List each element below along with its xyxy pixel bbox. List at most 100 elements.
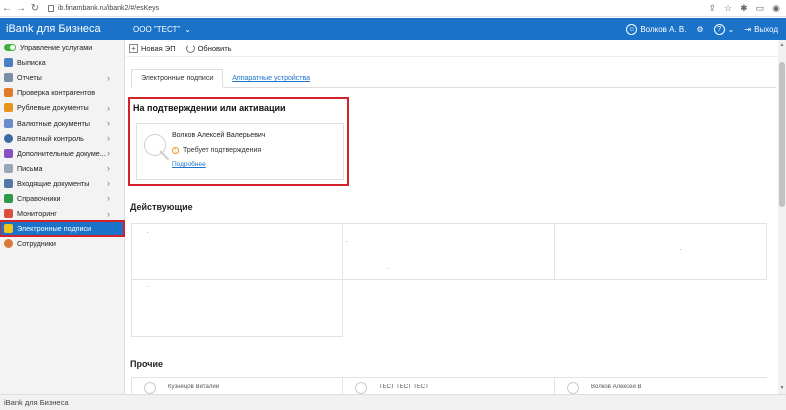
main-scrollbar[interactable]: ▲ ▼ [778,40,786,394]
chevron-right-icon: › [107,208,110,219]
pending-title: На подтверждении или активации [133,103,286,113]
details-link[interactable]: Подробнее [172,161,206,168]
key-icon [355,382,367,394]
sidebar-item-additional-docs[interactable]: Дополнительные докуме... › [0,146,124,161]
sidebar-item-signatures[interactable]: Электронные подписи [0,220,125,238]
sidebar-item-currency-docs[interactable]: Валютные документы › [0,115,124,130]
signature-status: ! Требует подтверждения [172,147,261,154]
sidebar-item-ruble-docs[interactable]: Рублевые документы › [0,100,124,115]
signature-card[interactable]: Волков Алексей Валерьевич ! Требует подт… [136,123,344,180]
placeholder-dot [680,249,681,250]
org-name: ООО "ТЕСТ" [133,24,181,34]
user-icon: ☺ [626,23,638,35]
brand-title[interactable]: iBank для Бизнеса [0,23,123,35]
address-bar[interactable]: ib.finambank.ru/ibank2/#/esKeys [48,4,160,12]
sidebar-item-label: Справочники [17,193,61,203]
scroll-down-icon[interactable]: ▼ [779,385,785,391]
tab-hardware[interactable]: Аппаратные устройства [223,69,319,88]
user-name: Волков А. В. [640,24,687,34]
new-signature-button[interactable]: + Новая ЭП [129,43,176,53]
sidepanel-icon[interactable]: ▭ [756,3,765,14]
sidebar-item-label: Выписка [17,58,46,68]
org-selector[interactable]: ООО "ТЕСТ" ⌄ [128,21,196,37]
chevron-right-icon: › [107,148,110,159]
mail-icon [4,163,13,173]
sidebar-item-label: Рублевые документы [17,103,89,113]
book-icon [4,193,13,203]
tab-signatures[interactable]: Электронные подписи [131,69,224,88]
chevron-right-icon: › [107,193,110,204]
share-icon[interactable]: ⇪ [708,3,716,14]
refresh-button[interactable]: Обновить [185,43,232,53]
app-header: iBank для Бизнеса ООО "ТЕСТ" ⌄ ☺ Волков … [0,18,786,40]
signature-owner: ТЕСТ ТЕСТ ТЕСТ [379,384,429,390]
toggle-icon [4,44,16,52]
star-icon[interactable]: ☆ [724,3,732,14]
sidebar-item-counterparties[interactable]: Проверка контрагентов [0,85,124,100]
check-icon [4,88,13,98]
chevron-down-icon: ⌄ [184,24,191,34]
signature-card[interactable] [342,223,555,280]
toolbar: + Новая ЭП Обновить [126,40,786,57]
key-icon [144,382,156,394]
signature-card[interactable]: ТЕСТ ТЕСТ ТЕСТ [342,378,555,395]
main-content: + Новая ЭП Обновить Электронные подписи … [126,40,786,395]
tab-bar: Электронные подписи Аппаратные устройств… [131,69,776,88]
key-icon [4,224,13,234]
signature-card[interactable] [131,279,343,337]
sidebar-item-label: Отчеты [17,73,42,83]
chevron-right-icon: › [107,118,110,129]
sidebar-item-label: Проверка контрагентов [17,88,96,98]
placeholder-dot [147,286,148,287]
sidebar-item-label: Дополнительные докуме... [17,148,106,158]
key-icon [567,382,579,394]
user-menu[interactable]: ☺ Волков А. В. [626,23,687,35]
forward-icon[interactable]: → [14,1,28,15]
sidebar-item-reports[interactable]: Отчеты › [0,70,124,85]
signature-card[interactable]: Кузнецов Виталий [131,378,343,395]
footer: iBank для Бизнеса [0,394,786,410]
monitor-icon [4,209,13,219]
sidebar-item-label: Электронные подписи [17,224,92,234]
other-signatures-row: Кузнецов Виталий ТЕСТ ТЕСТ ТЕСТ Волков А… [131,377,767,395]
sidebar-item-letters[interactable]: Письма › [0,161,124,176]
chevron-right-icon: › [107,163,110,174]
key-icon [144,134,166,156]
settings-gear-icon[interactable]: ⚙ [696,25,703,34]
sidebar-item-monitoring[interactable]: Мониторинг › [0,206,124,221]
sidebar-item-incoming[interactable]: Входящие документы › [0,176,124,191]
logout-label: Выход [754,24,778,34]
extensions-icon[interactable]: ✱ [740,3,748,14]
people-icon [4,239,13,249]
sidebar-item-label: Письма [17,163,43,173]
url-text: ib.finambank.ru/ibank2/#/esKeys [58,4,160,12]
refresh-label: Обновить [197,43,232,53]
logout-button[interactable]: ⇥ Выход [744,25,778,34]
control-icon [4,133,13,143]
sidebar-item-label: Мониторинг [17,209,57,219]
placeholder-dot [147,232,148,233]
scrollbar-thumb[interactable] [779,62,785,207]
scroll-up-icon[interactable]: ▲ [779,42,785,48]
sidebar-item-currency-control[interactable]: Валютный контроль › [0,131,124,146]
signature-card[interactable] [131,223,343,280]
help-menu[interactable]: ? ⌄ [713,23,734,35]
sidebar-item-label: Сотрудники [17,239,56,249]
back-icon[interactable]: ← [0,1,14,15]
sidebar-item-directories[interactable]: Справочники › [0,191,124,206]
chevron-right-icon: › [107,178,110,189]
inbox-icon [4,178,13,188]
signature-card[interactable] [554,223,767,280]
active-section-title: Действующие [130,202,193,212]
sidebar-item-employees[interactable]: Сотрудники [0,236,124,251]
other-section-title: Прочие [130,359,164,369]
sidebar-item-services[interactable]: Управление услугами [0,40,124,55]
sidebar-item-label: Валютные документы [17,118,90,128]
reload-icon[interactable]: ↻ [28,1,42,15]
document-icon [4,58,13,68]
sidebar-item-statement[interactable]: Выписка [0,55,124,70]
new-signature-label: Новая ЭП [141,43,176,53]
signature-card[interactable]: Волков Алексей В [554,378,767,395]
placeholder-dot [346,241,347,242]
profile-icon[interactable]: ◉ [772,3,780,14]
